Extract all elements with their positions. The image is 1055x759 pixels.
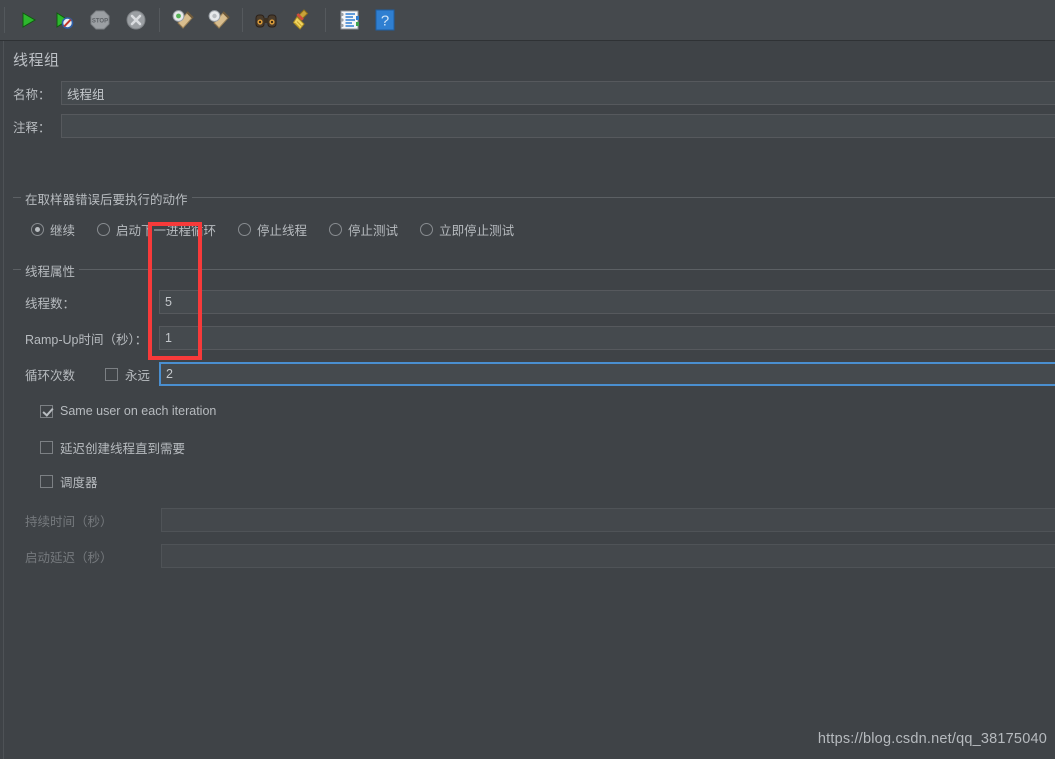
search-button[interactable] bbox=[249, 5, 283, 35]
shutdown-button[interactable] bbox=[119, 5, 153, 35]
thread-properties-group-title: 线程属性 bbox=[21, 261, 80, 280]
rampup-input[interactable] bbox=[159, 326, 1055, 350]
scheduler-checkbox-item[interactable]: 调度器 bbox=[40, 472, 98, 491]
on-sampler-error-radio-row: 继续 启动下一进程循环 停止线程 停止测试 立即停止测试 bbox=[31, 220, 536, 239]
radio-stop-test-label: 停止测试 bbox=[348, 224, 399, 238]
duration-input bbox=[161, 508, 1055, 532]
radio-item-stop-test-now[interactable]: 立即停止测试 bbox=[420, 220, 514, 239]
threads-label: 线程数： bbox=[25, 296, 76, 311]
radio-continue-label: 继续 bbox=[50, 224, 76, 238]
radio-start-next-loop-icon[interactable] bbox=[97, 223, 111, 236]
comment-input[interactable] bbox=[61, 114, 1055, 138]
name-input[interactable] bbox=[61, 81, 1055, 105]
toolbar-left-edge bbox=[4, 7, 6, 33]
radio-item-start-next-loop[interactable]: 启动下一进程循环 bbox=[97, 220, 216, 239]
loop-count-row: 循环次数 永远 bbox=[25, 362, 1055, 386]
function-helper-button[interactable] bbox=[332, 5, 366, 35]
thread-group-panel: 线程组 名称： 注释： 在取样器错误后要执行的动作 继续 启动下一进程循环 bbox=[3, 41, 1055, 759]
duration-row: 持续时间（秒） bbox=[25, 508, 1055, 532]
shutdown-x-icon bbox=[126, 10, 146, 30]
scheduler-label: 调度器 bbox=[60, 476, 98, 490]
rampup-label: Ramp-Up时间（秒）： bbox=[25, 332, 148, 347]
loop-count-input[interactable] bbox=[159, 362, 1055, 386]
jmeter-thread-group-window: STOP ? 线程组 名称： 线程组 注释： 在取样器错误后要执行的动作 继续 … bbox=[0, 0, 1055, 759]
reset-search-button[interactable] bbox=[285, 5, 319, 35]
help-question-icon: ? bbox=[375, 9, 395, 31]
broom-icon bbox=[292, 9, 309, 30]
scheduler-checkbox[interactable] bbox=[40, 475, 53, 488]
clear-button[interactable] bbox=[166, 5, 200, 35]
radio-continue-icon[interactable] bbox=[31, 223, 44, 236]
rampup-row: Ramp-Up时间（秒）： bbox=[25, 326, 1055, 350]
toolbar: STOP ? bbox=[0, 0, 1055, 41]
delayed-start-label: 延迟创建线程直到需要 bbox=[60, 442, 186, 456]
forever-label: 永远 bbox=[125, 368, 151, 383]
gear-broom-icon bbox=[208, 10, 230, 29]
forever-checkbox-item[interactable]: 永远 bbox=[105, 365, 159, 384]
binoculars-icon bbox=[255, 14, 277, 28]
radio-item-stop-test[interactable]: 停止测试 bbox=[329, 220, 398, 239]
watermark-text: https://blog.csdn.net/qq_38175040 bbox=[817, 731, 1047, 747]
radio-stop-test-icon[interactable] bbox=[329, 223, 343, 236]
stop-icon: STOP bbox=[90, 10, 110, 30]
page-title: 线程组 bbox=[13, 52, 60, 69]
radio-stop-thread-icon[interactable] bbox=[238, 223, 252, 236]
radio-stop-test-now-label: 立即停止测试 bbox=[439, 224, 515, 238]
same-user-label: Same user on each iteration bbox=[60, 404, 217, 418]
gear-broom-green-icon bbox=[172, 10, 194, 29]
play-no-timers-icon bbox=[56, 12, 74, 29]
on-sampler-error-group-title: 在取样器错误后要执行的动作 bbox=[21, 189, 192, 208]
duration-label: 持续时间（秒） bbox=[25, 514, 113, 529]
startup-delay-row: 启动延迟（秒） bbox=[25, 544, 1055, 568]
toolbar-separator-2 bbox=[242, 8, 243, 32]
name-label: 名称： bbox=[13, 87, 51, 102]
toolbar-separator-1 bbox=[159, 8, 160, 32]
svg-text:STOP: STOP bbox=[92, 19, 108, 25]
forever-checkbox[interactable] bbox=[105, 367, 118, 381]
radio-stop-thread-label: 停止线程 bbox=[257, 224, 308, 238]
help-button[interactable]: ? bbox=[368, 5, 402, 35]
threads-row: 线程数： bbox=[25, 290, 1055, 314]
loop-count-label: 循环次数 bbox=[25, 368, 76, 383]
toolbar-separator-3 bbox=[325, 8, 326, 32]
startup-delay-input bbox=[161, 544, 1055, 568]
notepad-list-icon bbox=[340, 10, 359, 30]
threads-input[interactable] bbox=[159, 290, 1055, 314]
same-user-checkbox-item[interactable]: Same user on each iteration bbox=[40, 404, 216, 418]
startup-delay-label: 启动延迟（秒） bbox=[25, 550, 113, 565]
radio-stop-test-now-icon[interactable] bbox=[420, 223, 434, 236]
start-no-timers-button[interactable] bbox=[47, 5, 81, 35]
delayed-start-checkbox[interactable] bbox=[40, 441, 53, 454]
stop-button[interactable]: STOP bbox=[83, 5, 117, 35]
on-sampler-error-group: 在取样器错误后要执行的动作 继续 启动下一进程循环 停止线程 停止测试 立即停止… bbox=[13, 189, 1055, 245]
radio-item-stop-thread[interactable]: 停止线程 bbox=[238, 220, 307, 239]
comment-row: 注释： bbox=[13, 114, 1055, 138]
radio-start-next-loop-label: 启动下一进程循环 bbox=[116, 224, 217, 238]
delayed-start-checkbox-item[interactable]: 延迟创建线程直到需要 bbox=[40, 438, 185, 457]
radio-item-continue[interactable]: 继续 bbox=[31, 220, 75, 239]
start-button[interactable] bbox=[11, 5, 45, 35]
same-user-checkbox[interactable] bbox=[40, 404, 53, 418]
clear-all-button[interactable] bbox=[202, 5, 236, 35]
thread-properties-group: 线程属性 线程数： Ramp-Up时间（秒）： 循环次数 永远 Same use bbox=[13, 261, 1055, 569]
comment-label: 注释： bbox=[13, 120, 51, 135]
name-row: 名称： bbox=[13, 81, 1055, 105]
svg-text:?: ? bbox=[381, 13, 389, 30]
play-icon bbox=[22, 12, 36, 28]
